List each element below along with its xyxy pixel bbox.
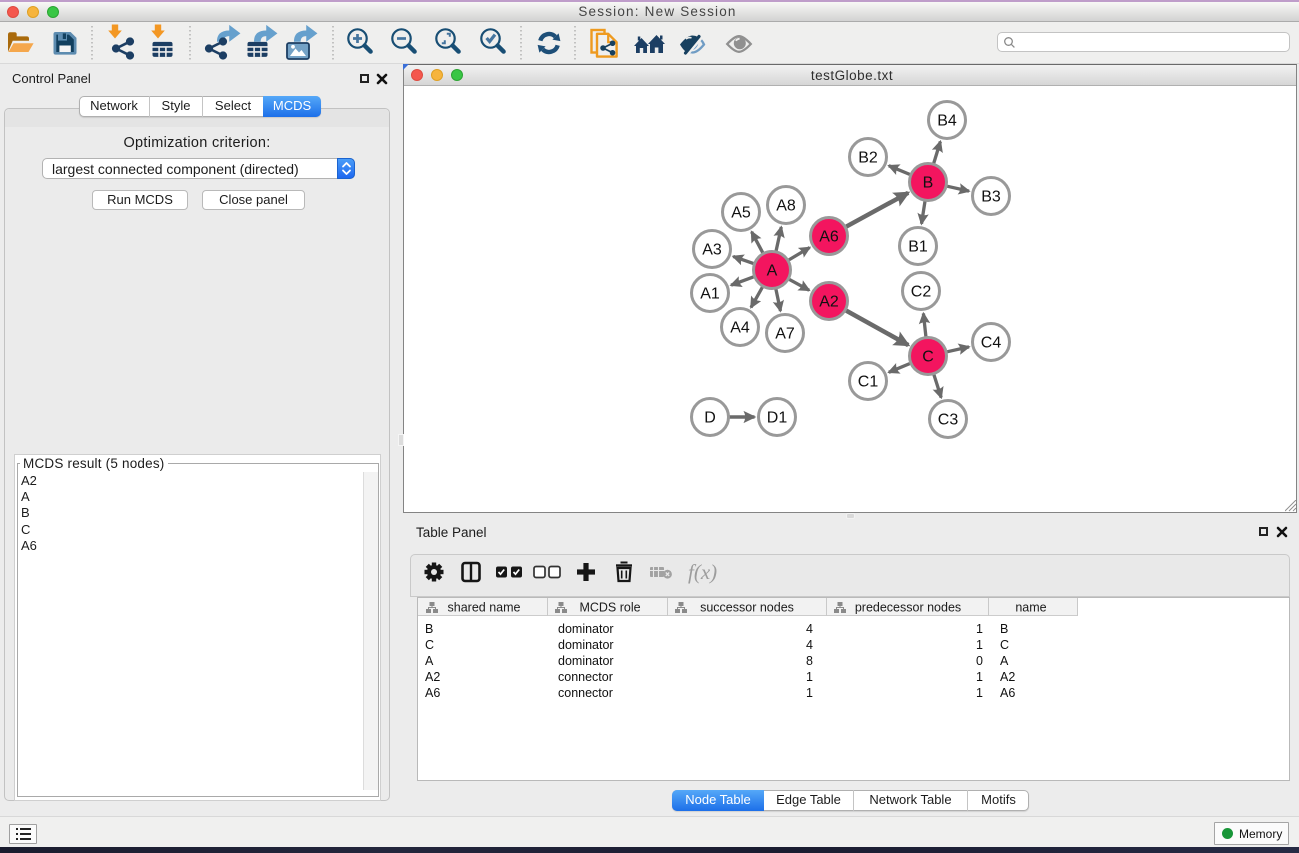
svg-text:A1: A1 [700, 286, 720, 303]
svg-text:D: D [704, 410, 716, 427]
svg-text:A5: A5 [731, 205, 751, 222]
svg-text:predecessor nodes: predecessor nodes [855, 601, 961, 615]
svg-text:C4: C4 [981, 335, 1002, 352]
svg-text:A4: A4 [730, 320, 750, 337]
svg-text:B3: B3 [981, 189, 1001, 206]
svg-text:C: C [922, 349, 934, 366]
svg-text:name: name [1015, 601, 1046, 615]
svg-text:A3: A3 [702, 242, 722, 259]
svg-text:C1: C1 [858, 374, 879, 391]
svg-text:C2: C2 [911, 284, 932, 301]
svg-text:A: A [767, 263, 778, 280]
svg-text:f(x): f(x) [688, 560, 717, 584]
svg-text:A7: A7 [775, 326, 795, 343]
svg-text:C3: C3 [938, 412, 959, 429]
svg-text:B1: B1 [908, 239, 928, 256]
svg-text:D1: D1 [767, 410, 788, 427]
svg-text:A2: A2 [819, 294, 839, 311]
svg-text:shared name: shared name [448, 601, 521, 615]
svg-text:A6: A6 [819, 229, 839, 246]
svg-text:B: B [923, 175, 934, 192]
svg-text:B2: B2 [858, 150, 878, 167]
svg-text:MCDS role: MCDS role [579, 601, 640, 615]
svg-text:successor nodes: successor nodes [700, 601, 794, 615]
svg-text:B4: B4 [937, 113, 957, 130]
svg-text:A8: A8 [776, 198, 796, 215]
